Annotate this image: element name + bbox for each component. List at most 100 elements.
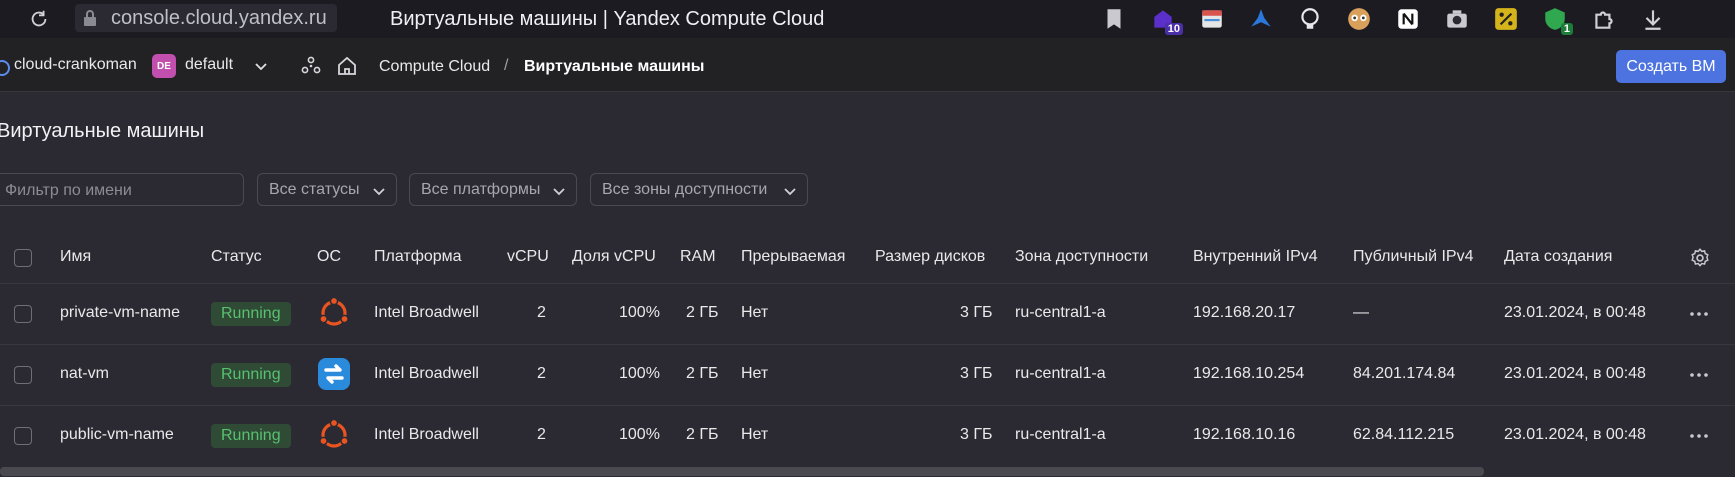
lightbulb-icon[interactable] — [1296, 5, 1324, 33]
status-badge: Running — [211, 424, 291, 448]
column-header-zone[interactable]: Зона доступности — [1015, 248, 1148, 266]
lock-icon — [84, 10, 96, 26]
vm-name[interactable]: private-vm-name — [60, 304, 180, 322]
browser-toolbar: console.cloud.yandex.ru Виртуальные маши… — [0, 0, 1735, 38]
vcpu-share: 100% — [619, 304, 660, 321]
preemptible: Нет — [741, 365, 769, 382]
name-filter-input[interactable]: Фильтр по имени — [0, 173, 244, 206]
created-date: 23.01.2024, в 00:48 — [1504, 365, 1646, 382]
breadcrumb-separator: / — [504, 57, 509, 74]
bookmark-icon[interactable] — [1100, 5, 1128, 33]
services-icon[interactable] — [300, 55, 322, 77]
column-header-internal-ipv4[interactable]: Внутренний IPv4 — [1193, 248, 1318, 266]
zone: ru-central1-a — [1015, 304, 1106, 321]
extension-window-icon[interactable] — [1198, 5, 1226, 33]
url-text: console.cloud.yandex.ru — [111, 6, 327, 29]
vcpu-share: 100% — [619, 365, 660, 382]
preemptible: Нет — [741, 304, 769, 321]
home-icon[interactable] — [336, 55, 358, 77]
tab-title: Виртуальные машины | Yandex Compute Clou… — [390, 8, 825, 30]
more-actions-icon[interactable] — [1688, 364, 1710, 386]
select-all-checkbox[interactable] — [14, 249, 32, 267]
status-filter-label: Все статусы — [269, 180, 360, 198]
notion-icon[interactable] — [1394, 5, 1422, 33]
column-header-vcpu-share[interactable]: Доля vCPU — [572, 248, 656, 266]
vcpu: 2 — [537, 304, 546, 321]
preemptible: Нет — [741, 426, 769, 443]
platform-filter-label: Все платформы — [421, 180, 541, 198]
column-header-vcpu[interactable]: vCPU — [507, 248, 549, 266]
row-divider — [0, 405, 1735, 406]
page-title: Виртуальные машины — [0, 120, 205, 142]
vcpu-share: 100% — [619, 426, 660, 443]
row-checkbox[interactable] — [14, 427, 32, 445]
owl-icon[interactable] — [1345, 5, 1373, 33]
ubuntu-icon — [319, 418, 349, 448]
row-divider — [0, 283, 1735, 284]
gear-icon[interactable] — [1689, 247, 1711, 269]
zone-filter-label: Все зоны доступности — [602, 180, 768, 198]
zone-filter-dropdown[interactable]: Все зоны доступности — [590, 173, 808, 206]
zone: ru-central1-a — [1015, 365, 1106, 382]
disk-size: 3 ГБ — [960, 426, 993, 443]
ubuntu-icon — [319, 296, 349, 326]
created-date: 23.01.2024, в 00:48 — [1504, 426, 1646, 443]
camera-icon[interactable] — [1443, 5, 1471, 33]
download-icon[interactable] — [1639, 5, 1667, 33]
column-header-ram[interactable]: RAM — [680, 248, 716, 266]
reload-icon[interactable] — [28, 8, 50, 30]
green-shield-icon[interactable]: 1 — [1541, 5, 1573, 35]
disk-size: 3 ГБ — [960, 304, 993, 321]
extension-shield-icon[interactable]: 10 — [1149, 5, 1183, 35]
vcpu: 2 — [537, 365, 546, 382]
public-ipv4[interactable]: 62.84.112.215 — [1353, 426, 1454, 444]
console-header: cloud-crankoman DE default Compute Cloud… — [0, 38, 1735, 92]
ram: 2 ГБ — [686, 426, 719, 443]
name-filter-placeholder: Фильтр по имени — [5, 182, 132, 199]
public-ipv4[interactable]: — — [1353, 304, 1369, 322]
ram: 2 ГБ — [686, 365, 719, 382]
public-ipv4[interactable]: 84.201.174.84 — [1353, 365, 1455, 383]
column-header-preemptible[interactable]: Прерываемая — [741, 248, 845, 266]
column-header-platform[interactable]: Платформа — [374, 248, 462, 266]
puzzle-icon[interactable] — [1590, 5, 1618, 33]
column-header-status[interactable]: Статус — [211, 248, 262, 266]
row-divider — [0, 344, 1735, 345]
status-badge: Running — [211, 363, 291, 387]
chevron-down-icon[interactable] — [254, 59, 268, 73]
nat-instance-icon — [318, 358, 350, 390]
chevron-down-icon — [784, 188, 796, 196]
internal-ipv4[interactable]: 192.168.20.17 — [1193, 304, 1295, 322]
status-filter-dropdown[interactable]: Все статусы — [257, 173, 397, 206]
more-actions-icon[interactable] — [1688, 425, 1710, 447]
internal-ipv4[interactable]: 192.168.10.16 — [1193, 426, 1295, 444]
column-header-disk-size[interactable]: Размер дисков — [875, 248, 985, 266]
internal-ipv4[interactable]: 192.168.10.254 — [1193, 365, 1304, 383]
cloud-icon — [0, 60, 10, 76]
created-date: 23.01.2024, в 00:48 — [1504, 304, 1646, 321]
column-header-created[interactable]: Дата создания — [1504, 248, 1612, 266]
percent-icon[interactable] — [1492, 5, 1520, 33]
cloud-name[interactable]: cloud-crankoman — [14, 56, 137, 74]
vm-name[interactable]: public-vm-name — [60, 426, 174, 444]
scrollbar-thumb[interactable] — [0, 467, 1484, 476]
row-checkbox[interactable] — [14, 305, 32, 323]
breadcrumb-compute-cloud[interactable]: Compute Cloud — [379, 58, 490, 76]
platform: Intel Broadwell — [374, 304, 479, 321]
vcpu: 2 — [537, 426, 546, 443]
platform-filter-dropdown[interactable]: Все платформы — [409, 173, 577, 206]
vm-name[interactable]: nat-vm — [60, 365, 109, 383]
more-actions-icon[interactable] — [1688, 303, 1710, 325]
column-header-name[interactable]: Имя — [60, 248, 91, 266]
extension-figure-icon[interactable] — [1247, 5, 1275, 33]
create-vm-button[interactable]: Создать ВМ — [1616, 50, 1726, 83]
row-checkbox[interactable] — [14, 366, 32, 384]
platform: Intel Broadwell — [374, 365, 479, 382]
column-header-public-ipv4[interactable]: Публичный IPv4 — [1353, 248, 1473, 266]
address-bar[interactable]: console.cloud.yandex.ru — [75, 4, 337, 32]
column-header-os[interactable]: ОС — [317, 248, 341, 266]
disk-size: 3 ГБ — [960, 365, 993, 382]
folder-name[interactable]: default — [185, 56, 233, 74]
extension-icons: 10 1 — [1100, 5, 1688, 35]
ram: 2 ГБ — [686, 304, 719, 321]
